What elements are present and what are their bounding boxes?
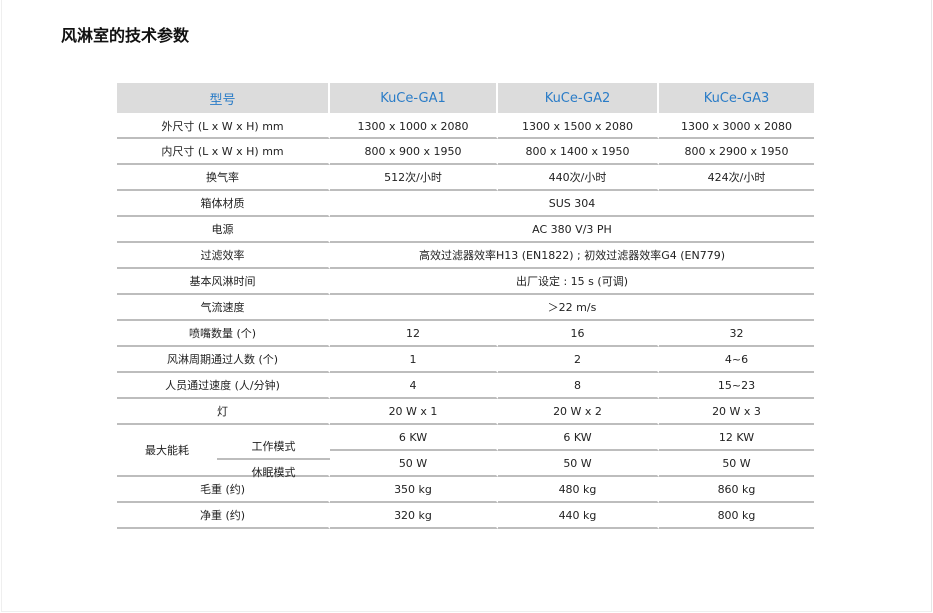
table-cell: 20 W x 1 <box>330 399 498 425</box>
table-cell: 16 <box>498 321 659 347</box>
table-cell: 4~6 <box>659 347 814 373</box>
row-label: 人员通过速度 (人/分钟) <box>117 373 330 399</box>
power-label: 最大能耗 <box>145 444 189 457</box>
merged-cell: 出厂设定 : 15 s (可调) <box>330 269 814 295</box>
table-cell: 6 KW <box>330 425 498 451</box>
table-cell: 8 <box>498 373 659 399</box>
table-cell: 512次/小时 <box>330 165 498 191</box>
table-cell: 1300 x 1000 x 2080 <box>330 115 498 139</box>
table-row: 电源 AC 380 V/3 PH <box>117 217 814 243</box>
table-cell: 320 kg <box>330 503 498 529</box>
row-label: 基本风淋时间 <box>117 269 330 295</box>
table-row: 外尺寸 (L x W x H) mm 1300 x 1000 x 2080 13… <box>117 115 814 139</box>
row-label: 气流速度 <box>117 295 330 321</box>
table-cell: 480 kg <box>498 477 659 503</box>
merged-cell: 高效过滤器效率H13 (EN1822) ; 初效过滤器效率G4 (EN779) <box>330 243 814 269</box>
row-label: 喷嘴数量 (个) <box>117 321 330 347</box>
table-row: 换气率 512次/小时 440次/小时 424次/小时 <box>117 165 814 191</box>
row-label: 换气率 <box>117 165 330 191</box>
table-cell: 32 <box>659 321 814 347</box>
table-cell: 50 W <box>659 451 814 477</box>
table-cell: 6 KW <box>498 425 659 451</box>
table-cell: 50 W <box>498 451 659 477</box>
header-ga3: KuCe-GA3 <box>659 83 814 115</box>
table-cell: 2 <box>498 347 659 373</box>
table-cell: 20 W x 3 <box>659 399 814 425</box>
table-cell: 440次/小时 <box>498 165 659 191</box>
table-cell: 12 <box>330 321 498 347</box>
row-label: 灯 <box>117 399 330 425</box>
table-cell: 20 W x 2 <box>498 399 659 425</box>
row-label: 过滤效率 <box>117 243 330 269</box>
table-cell: 800 kg <box>659 503 814 529</box>
table-cell: 1300 x 1500 x 2080 <box>498 115 659 139</box>
header-ga1: KuCe-GA1 <box>330 83 498 115</box>
table-row: 气流速度 ＞22 m/s <box>117 295 814 321</box>
table-cell: 1 <box>330 347 498 373</box>
row-label: 内尺寸 (L x W x H) mm <box>117 139 330 165</box>
row-label: 风淋周期通过人数 (个) <box>117 347 330 373</box>
table-cell: 800 x 2900 x 1950 <box>659 139 814 165</box>
table-cell: 4 <box>330 373 498 399</box>
header-model: 型号 <box>117 83 330 115</box>
page-title: 风淋室的技术参数 <box>61 26 190 45</box>
table-row: 灯 20 W x 1 20 W x 2 20 W x 3 <box>117 399 814 425</box>
table-cell: 15~23 <box>659 373 814 399</box>
table-cell: 1300 x 3000 x 2080 <box>659 115 814 139</box>
table-row: 风淋周期通过人数 (个) 1 2 4~6 <box>117 347 814 373</box>
table-cell: 50 W <box>330 451 498 477</box>
table-cell: 860 kg <box>659 477 814 503</box>
table-row: 内尺寸 (L x W x H) mm 800 x 900 x 1950 800 … <box>117 139 814 165</box>
table-cell: 424次/小时 <box>659 165 814 191</box>
table-row: 箱体材质 SUS 304 <box>117 191 814 217</box>
table-cell: 350 kg <box>330 477 498 503</box>
table-cell: 440 kg <box>498 503 659 529</box>
table-cell: 800 x 1400 x 1950 <box>498 139 659 165</box>
table-row: 喷嘴数量 (个) 12 16 32 <box>117 321 814 347</box>
table-row: 净重 (约) 320 kg 440 kg 800 kg <box>117 503 814 529</box>
table-cell: 12 KW <box>659 425 814 451</box>
table-row: 基本风淋时间 出厂设定 : 15 s (可调) <box>117 269 814 295</box>
merged-cell: SUS 304 <box>330 191 814 217</box>
header-ga2: KuCe-GA2 <box>498 83 659 115</box>
row-label: 净重 (约) <box>117 503 330 529</box>
row-label: 箱体材质 <box>117 191 330 217</box>
row-label: 电源 <box>117 217 330 243</box>
power-mode-work-label: 工作模式 <box>217 434 330 460</box>
row-label: 外尺寸 (L x W x H) mm <box>117 115 330 139</box>
table-row: 人员通过速度 (人/分钟) 4 8 15~23 <box>117 373 814 399</box>
table-cell: 800 x 900 x 1950 <box>330 139 498 165</box>
table-row: 过滤效率 高效过滤器效率H13 (EN1822) ; 初效过滤器效率G4 (EN… <box>117 243 814 269</box>
merged-cell: ＞22 m/s <box>330 295 814 321</box>
table-header-row: 型号 KuCe-GA1 KuCe-GA2 KuCe-GA3 <box>117 83 814 115</box>
power-mode-sleep-label: 休眠模式 <box>251 466 296 479</box>
merged-cell: AC 380 V/3 PH <box>330 217 814 243</box>
